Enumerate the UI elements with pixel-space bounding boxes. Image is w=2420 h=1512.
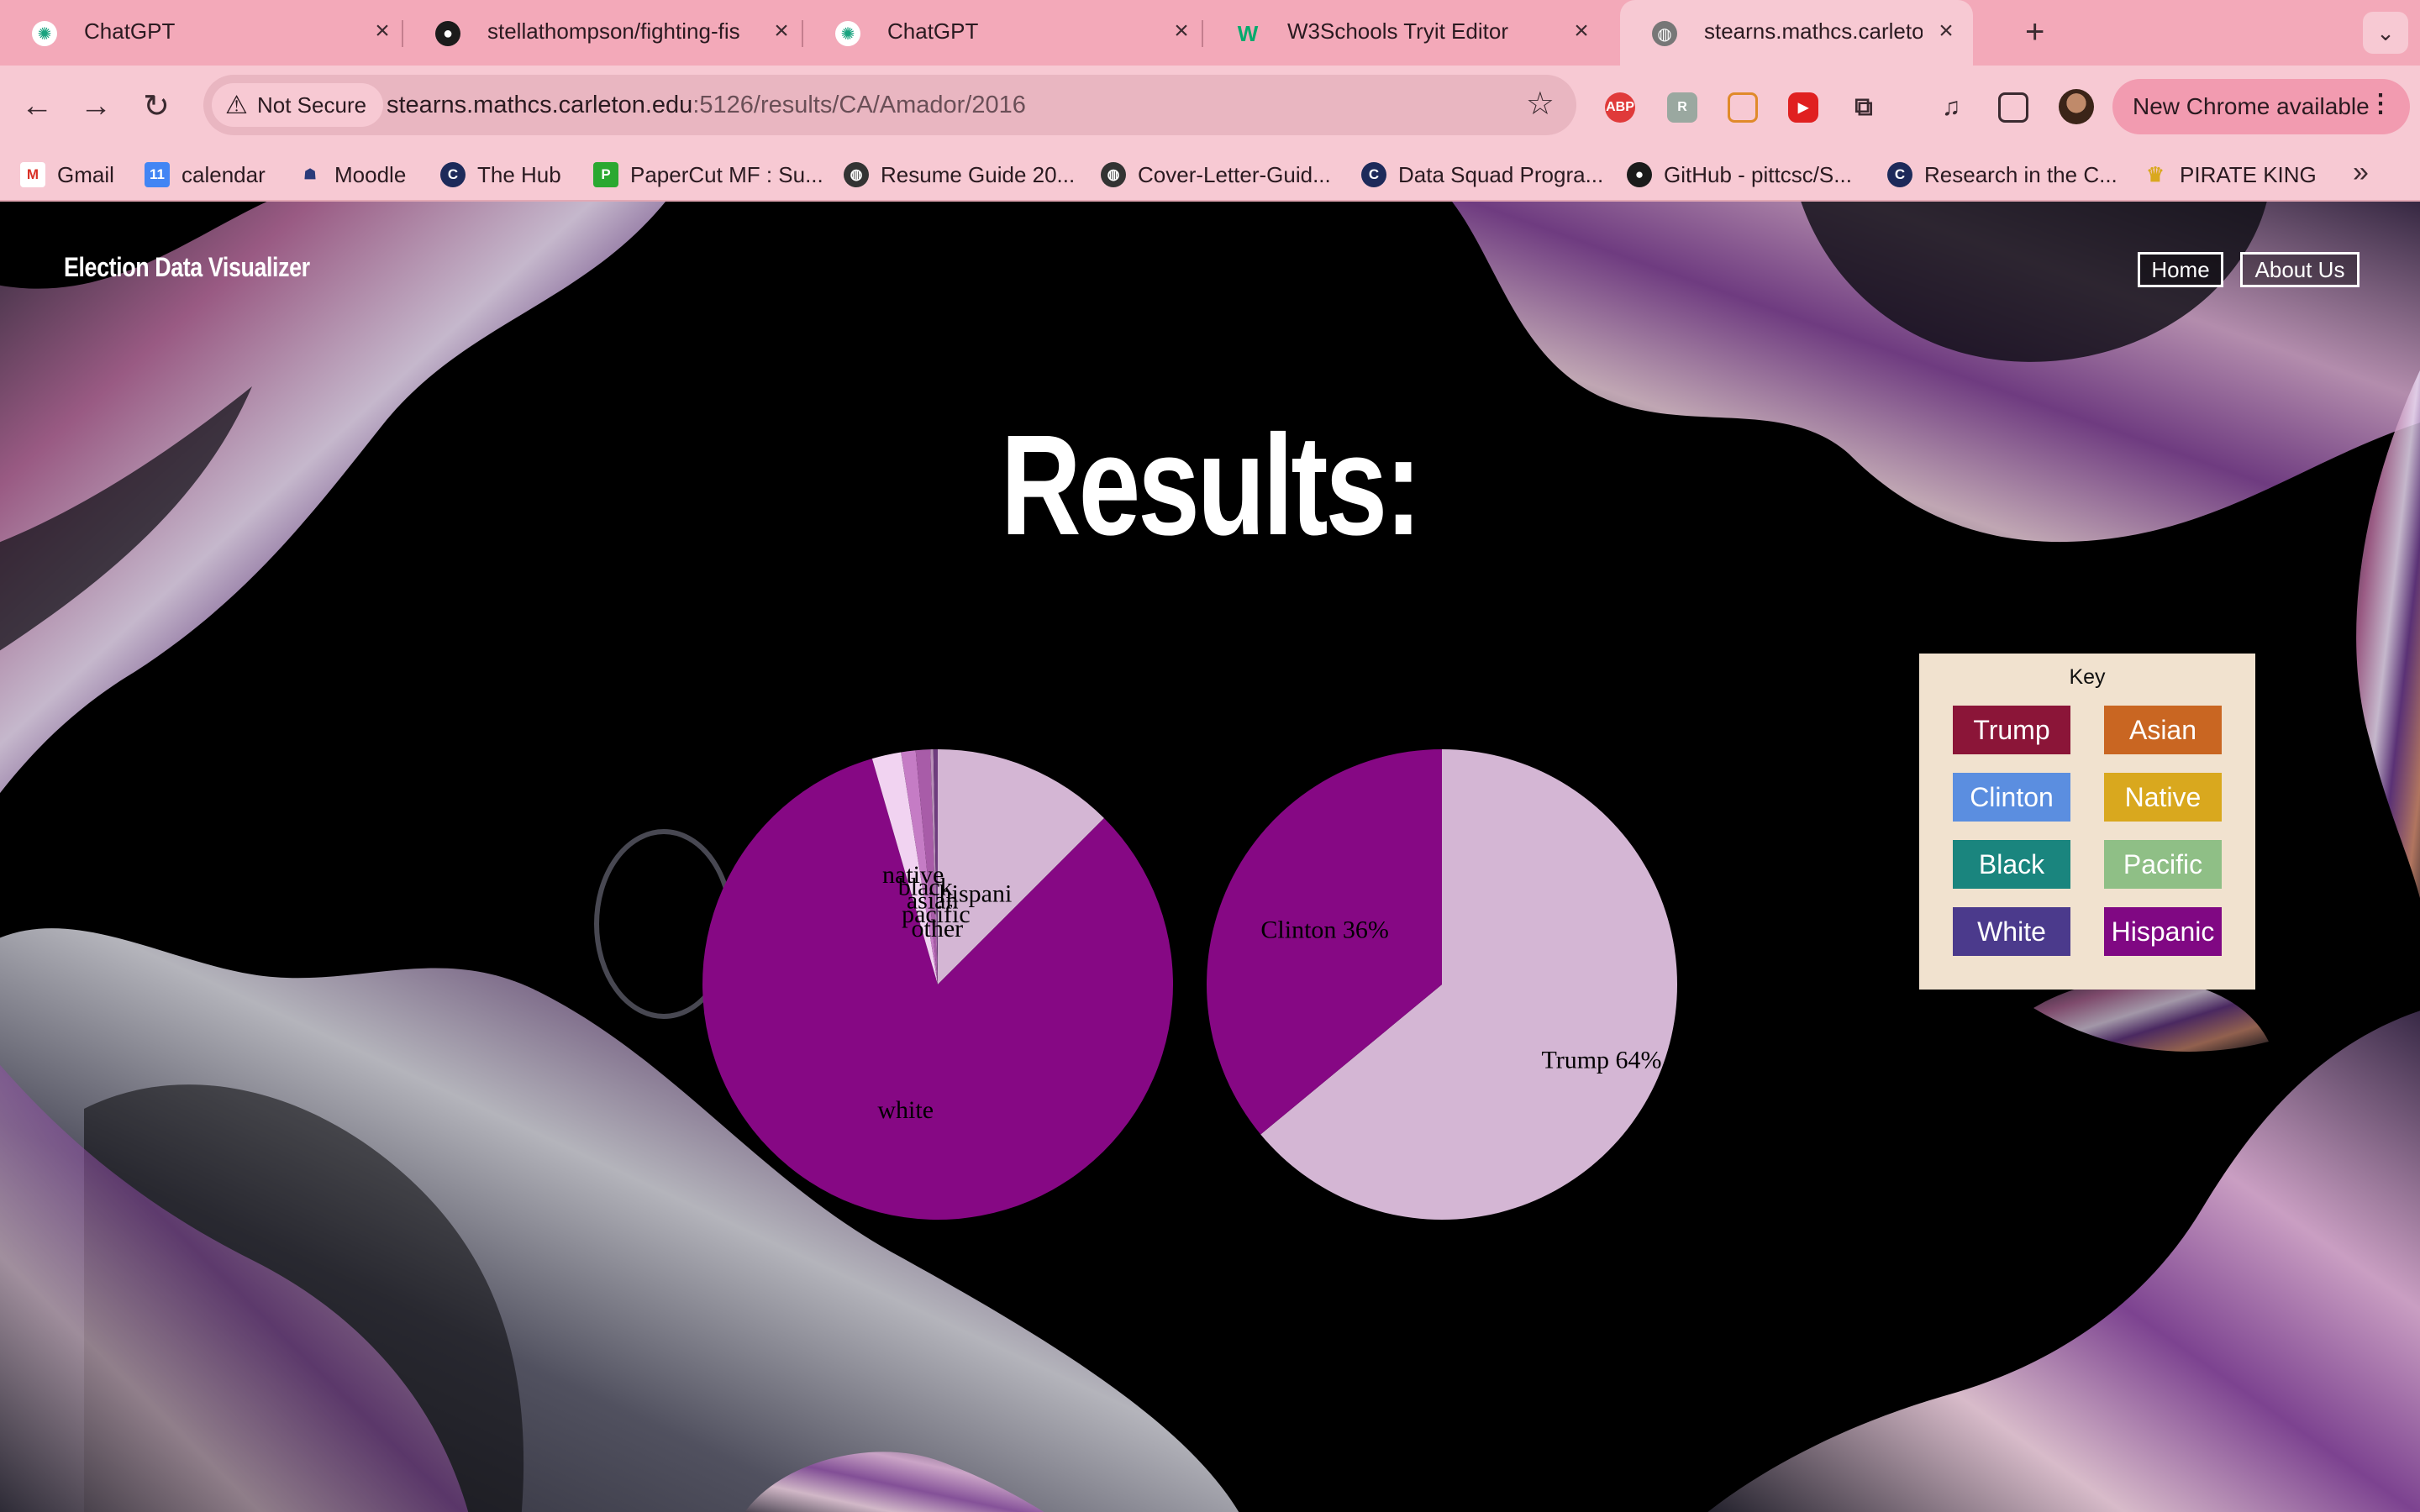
bookmark-data-squad[interactable]: C Data Squad Progra... xyxy=(1361,158,1603,192)
globe-icon: ◍ xyxy=(1101,162,1126,187)
browser-toolbar: ← → ↻ ⚠ Not Secure stearns.mathcs.carlet… xyxy=(0,66,2420,146)
bookmark-label: calendar xyxy=(182,161,266,187)
w3schools-icon: W xyxy=(1237,20,1259,46)
github-icon: ● xyxy=(1627,162,1652,187)
bookmark-pirate-king[interactable]: ♛ PIRATE KING xyxy=(2143,158,2317,192)
tab-strip: ✺ ChatGPT × ● stellathompson/fighting-fi… xyxy=(0,0,2420,66)
papercut-icon: P xyxy=(593,162,618,187)
extension-layout-icon[interactable] xyxy=(1728,92,1758,123)
tab-title: stearns.mathcs.carleton.edu: xyxy=(1704,18,1923,44)
chatgpt-icon: ✺ xyxy=(835,21,860,46)
profile-avatar[interactable] xyxy=(2059,89,2094,124)
tab-github[interactable]: ● stellathompson/fighting-fish × xyxy=(403,0,803,66)
bookmark-label: Moodle xyxy=(334,161,407,187)
bookmark-calendar[interactable]: 11 calendar xyxy=(145,158,266,192)
bookmark-resume-guide[interactable]: ◍ Resume Guide 20... xyxy=(844,158,1075,192)
bookmark-star-icon[interactable]: ☆ xyxy=(1526,85,1555,123)
hub-icon: C xyxy=(1361,162,1386,187)
legend-native: Native xyxy=(2104,773,2222,822)
address-bar[interactable]: ⚠ Not Secure stearns.mathcs.carleton.edu… xyxy=(203,75,1576,135)
bookmark-label: PaperCut MF : Su... xyxy=(630,161,823,187)
bookmark-label: PIRATE KING xyxy=(2180,161,2317,187)
legend-title: Key xyxy=(2069,665,2106,689)
warning-icon: ⚠ xyxy=(225,92,248,119)
moodle-icon: ☗ xyxy=(303,166,317,182)
legend-key: Key Trump Asian Clinton Native Black Pac… xyxy=(1919,654,2255,990)
bookmark-papercut[interactable]: P PaperCut MF : Su... xyxy=(593,158,823,192)
pie-label-white: white xyxy=(877,1096,934,1124)
github-icon: ● xyxy=(435,21,460,46)
bookmark-cover-letter[interactable]: ◍ Cover-Letter-Guid... xyxy=(1101,158,1331,192)
update-label: New Chrome available xyxy=(2133,93,2370,119)
forward-arrow-icon[interactable]: → xyxy=(72,82,119,129)
tab-w3schools[interactable]: W W3Schools Tryit Editor × xyxy=(1203,0,1603,66)
bookmark-label: Data Squad Progra... xyxy=(1398,161,1604,187)
bookmark-label: Research in the C... xyxy=(1924,161,2118,187)
back-arrow-icon[interactable]: ← xyxy=(13,82,60,129)
pie-label-trump: Trump 64% xyxy=(1541,1046,1661,1074)
legend-trump: Trump xyxy=(1953,706,2070,754)
close-tab-icon[interactable]: × xyxy=(1931,17,1961,45)
hub-icon: C xyxy=(440,162,466,187)
chatgpt-icon: ✺ xyxy=(32,21,57,46)
tab-chatgpt-1[interactable]: ✺ ChatGPT × xyxy=(0,0,403,66)
more-bookmarks-chevron-icon[interactable]: » xyxy=(2353,156,2369,189)
bookmark-research[interactable]: C Research in the C... xyxy=(1887,158,2118,192)
bookmark-label: Resume Guide 20... xyxy=(881,161,1076,187)
legend-black: Black xyxy=(1953,840,2070,889)
legend-white: White xyxy=(1953,907,2070,956)
bookmark-github-pittcsc[interactable]: ● GitHub - pittcsc/S... xyxy=(1627,158,1852,192)
tab-title: W3Schools Tryit Editor xyxy=(1287,18,1508,44)
extensions-puzzle-icon[interactable]: ⧉ xyxy=(1849,92,1879,123)
hub-icon: C xyxy=(1887,162,1912,187)
media-control-icon[interactable]: ♫ xyxy=(1936,92,1966,123)
crown-icon: ♛ xyxy=(2146,163,2165,186)
web-page: Election Data Visualizer Home About Us R… xyxy=(0,202,2420,1512)
security-chip[interactable]: ⚠ Not Secure xyxy=(212,83,384,127)
menu-dots-icon[interactable]: ⋮ xyxy=(2368,89,2393,118)
gmail-icon: M xyxy=(20,162,45,187)
tab-search-chevron-icon[interactable]: ⌄ xyxy=(2363,12,2408,54)
close-tab-icon[interactable]: × xyxy=(367,17,397,45)
bookmark-label: Cover-Letter-Guid... xyxy=(1138,161,1331,187)
bookmark-label: The Hub xyxy=(477,161,561,187)
tab-title: stellathompson/fighting-fish xyxy=(487,18,739,44)
extension-r-icon[interactable]: R xyxy=(1667,92,1697,123)
bookmarks-bar: M Gmail 11 calendar ☗ Moodle C The Hub P Pape… xyxy=(0,146,2420,202)
tab-chatgpt-2[interactable]: ✺ ChatGPT × xyxy=(803,0,1203,66)
legend-pacific: Pacific xyxy=(2104,840,2222,889)
url-path: :5126/results/CA/Amador/2016 xyxy=(692,92,1026,118)
bookmark-moodle[interactable]: ☗ Moodle xyxy=(297,158,406,192)
legend-hispanic: Hispanic xyxy=(2104,907,2222,956)
tab-title: ChatGPT xyxy=(887,18,979,44)
side-panel-icon[interactable] xyxy=(1998,92,2028,123)
calendar-icon: 11 xyxy=(145,162,170,187)
bookmark-the-hub[interactable]: C The Hub xyxy=(440,158,561,192)
pie-label-clinton: Clinton 36% xyxy=(1260,916,1389,943)
security-label: Not Secure xyxy=(257,92,367,118)
bookmark-label: Gmail xyxy=(57,161,114,187)
youtube-extension-icon[interactable]: ▶ xyxy=(1788,92,1818,123)
close-tab-icon[interactable]: × xyxy=(1566,17,1597,45)
url-text[interactable]: stearns.mathcs.carleton.edu:5126/results… xyxy=(387,92,1026,119)
url-host: stearns.mathcs.carleton.edu xyxy=(387,92,693,118)
tab-title: ChatGPT xyxy=(84,18,176,44)
bookmark-label: GitHub - pittcsc/S... xyxy=(1664,161,1852,187)
close-tab-icon[interactable]: × xyxy=(1166,17,1197,45)
reload-icon[interactable]: ↻ xyxy=(133,82,180,129)
new-tab-icon[interactable]: + xyxy=(2025,13,2044,51)
tab-stearns-active[interactable]: ◍ stearns.mathcs.carleton.edu: × xyxy=(1620,0,1973,66)
globe-icon: ◍ xyxy=(844,162,869,187)
bookmark-gmail[interactable]: M Gmail xyxy=(20,158,114,192)
adblock-icon[interactable]: ABP xyxy=(1605,92,1635,123)
close-tab-icon[interactable]: × xyxy=(766,17,797,45)
pie-label-other: other xyxy=(912,915,964,942)
legend-clinton: Clinton xyxy=(1953,773,2070,822)
new-chrome-available-button[interactable]: New Chrome available ⋮ xyxy=(2112,79,2410,134)
legend-asian: Asian xyxy=(2104,706,2222,754)
globe-icon: ◍ xyxy=(1652,21,1677,46)
